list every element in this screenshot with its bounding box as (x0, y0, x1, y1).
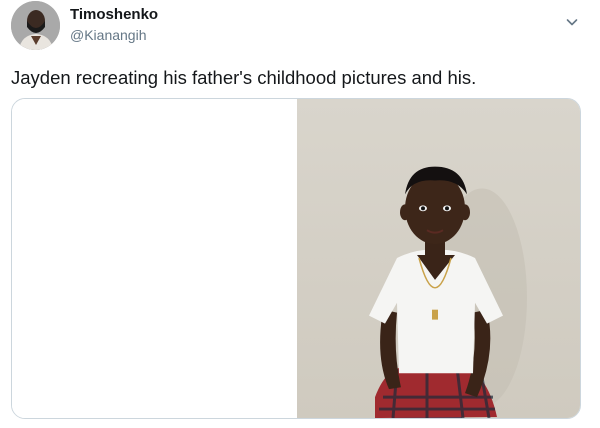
chevron-down-icon[interactable] (564, 14, 580, 30)
media-photo-right[interactable] (297, 99, 580, 418)
avatar[interactable] (11, 1, 60, 50)
display-name[interactable]: Timoshenko (70, 6, 158, 23)
tweet-text: Jayden recreating his father's childhood… (11, 67, 477, 88)
avatar-image (11, 1, 60, 50)
user-handle[interactable]: @Kianangih (70, 27, 147, 43)
tweet-media[interactable] (11, 98, 581, 419)
media-photo-left[interactable] (12, 99, 297, 418)
tweet: Timoshenko @Kianangih Jayden recreating … (0, 0, 600, 428)
